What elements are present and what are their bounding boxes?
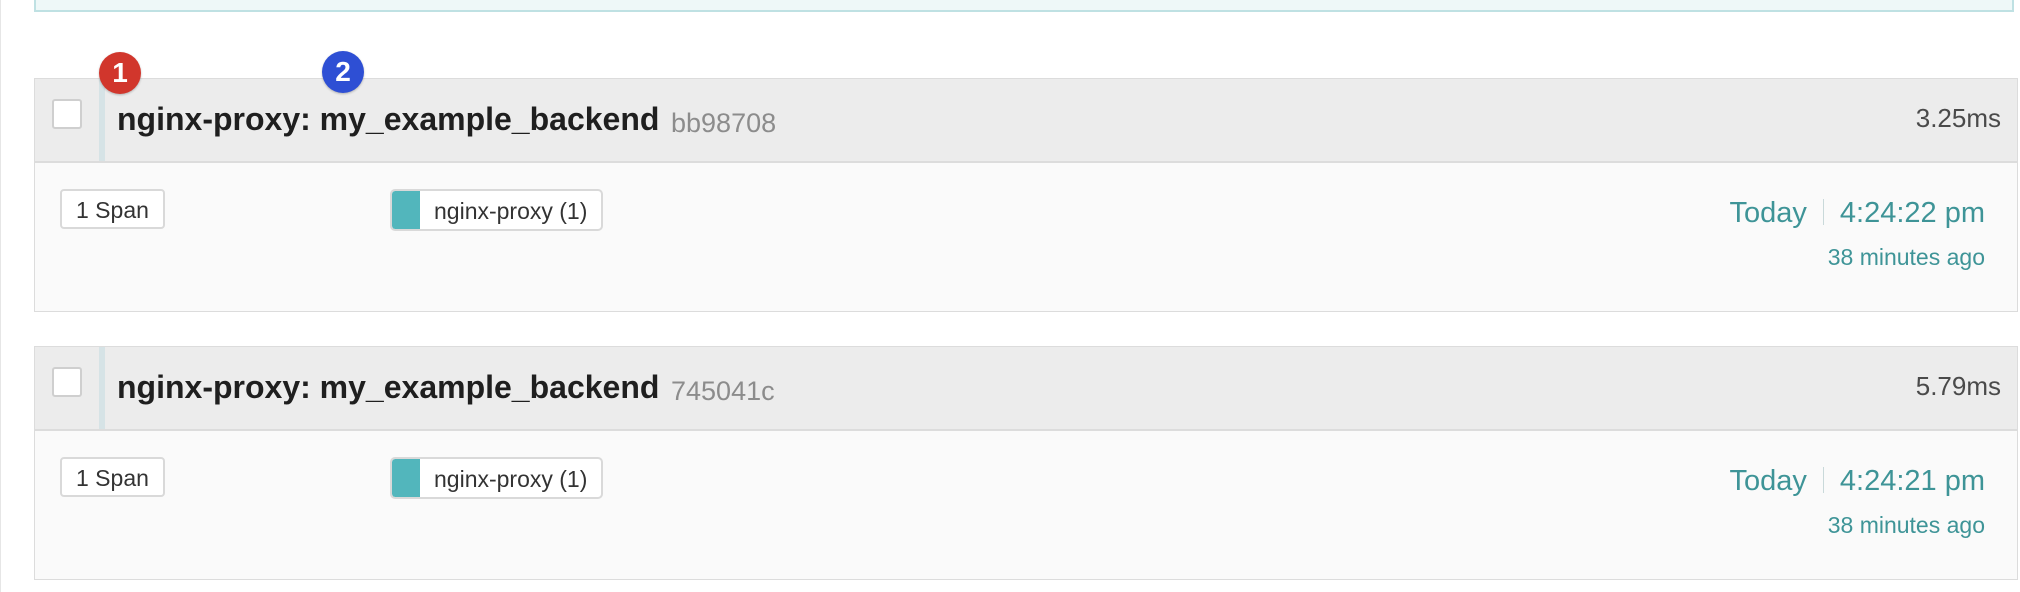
trace-title[interactable]: nginx-proxy: my_example_backend	[117, 101, 659, 138]
trace-duration: 5.79ms	[1915, 371, 2001, 401]
trace-start-time: Today 4:24:21 pm 38 minutes ago	[1730, 465, 1986, 539]
trace-result-body: 1 Span nginx-proxy (1) Today 4:24:21 pm 3…	[35, 431, 2017, 579]
span-count-tag: 1 Span	[60, 189, 165, 229]
trace-time: 4:24:22 pm	[1839, 197, 1985, 229]
service-tag-label: nginx-proxy (1)	[434, 466, 588, 492]
trace-start-time: Today 4:24:22 pm 38 minutes ago	[1730, 197, 1986, 271]
trace-select-checkbox[interactable]	[52, 367, 82, 397]
trace-date: Today	[1729, 197, 1807, 229]
trace-relative-time: 38 minutes ago	[1827, 244, 1985, 270]
service-tag-label: nginx-proxy (1)	[434, 198, 588, 224]
trace-result-item[interactable]: nginx-proxy: my_example_backend bb98708 …	[34, 78, 2018, 312]
trace-select-checkbox[interactable]	[52, 99, 82, 129]
time-separator	[1822, 467, 1824, 493]
trace-title[interactable]: nginx-proxy: my_example_backend	[117, 369, 659, 406]
service-color-swatch	[392, 459, 420, 497]
trace-result-header[interactable]: nginx-proxy: my_example_backend bb98708 …	[35, 79, 2017, 163]
service-tag[interactable]: nginx-proxy (1)	[390, 457, 604, 499]
trace-result-item[interactable]: nginx-proxy: my_example_backend 745041c …	[34, 346, 2018, 580]
trace-result-header[interactable]: nginx-proxy: my_example_backend 745041c …	[35, 347, 2017, 431]
trace-relative-time: 38 minutes ago	[1827, 512, 1985, 538]
span-count-tag: 1 Span	[60, 457, 165, 497]
header-divider	[99, 347, 105, 429]
top-panel	[34, 0, 2014, 12]
annotation-marker-2: 2	[322, 51, 364, 93]
trace-duration: 3.25ms	[1915, 103, 2001, 133]
trace-id: bb98708	[671, 108, 777, 138]
trace-id: 745041c	[671, 376, 775, 406]
left-border	[0, 0, 1, 592]
time-separator	[1822, 199, 1824, 225]
header-divider	[99, 79, 105, 161]
service-tag[interactable]: nginx-proxy (1)	[390, 189, 604, 231]
trace-time: 4:24:21 pm	[1839, 465, 1985, 497]
trace-result-body: 1 Span nginx-proxy (1) Today 4:24:22 pm 3…	[35, 163, 2017, 311]
trace-search-results: nginx-proxy: my_example_backend bb98708 …	[0, 0, 2020, 592]
trace-date: Today	[1729, 465, 1807, 497]
annotation-marker-1: 1	[99, 52, 141, 94]
service-color-swatch	[392, 191, 420, 229]
